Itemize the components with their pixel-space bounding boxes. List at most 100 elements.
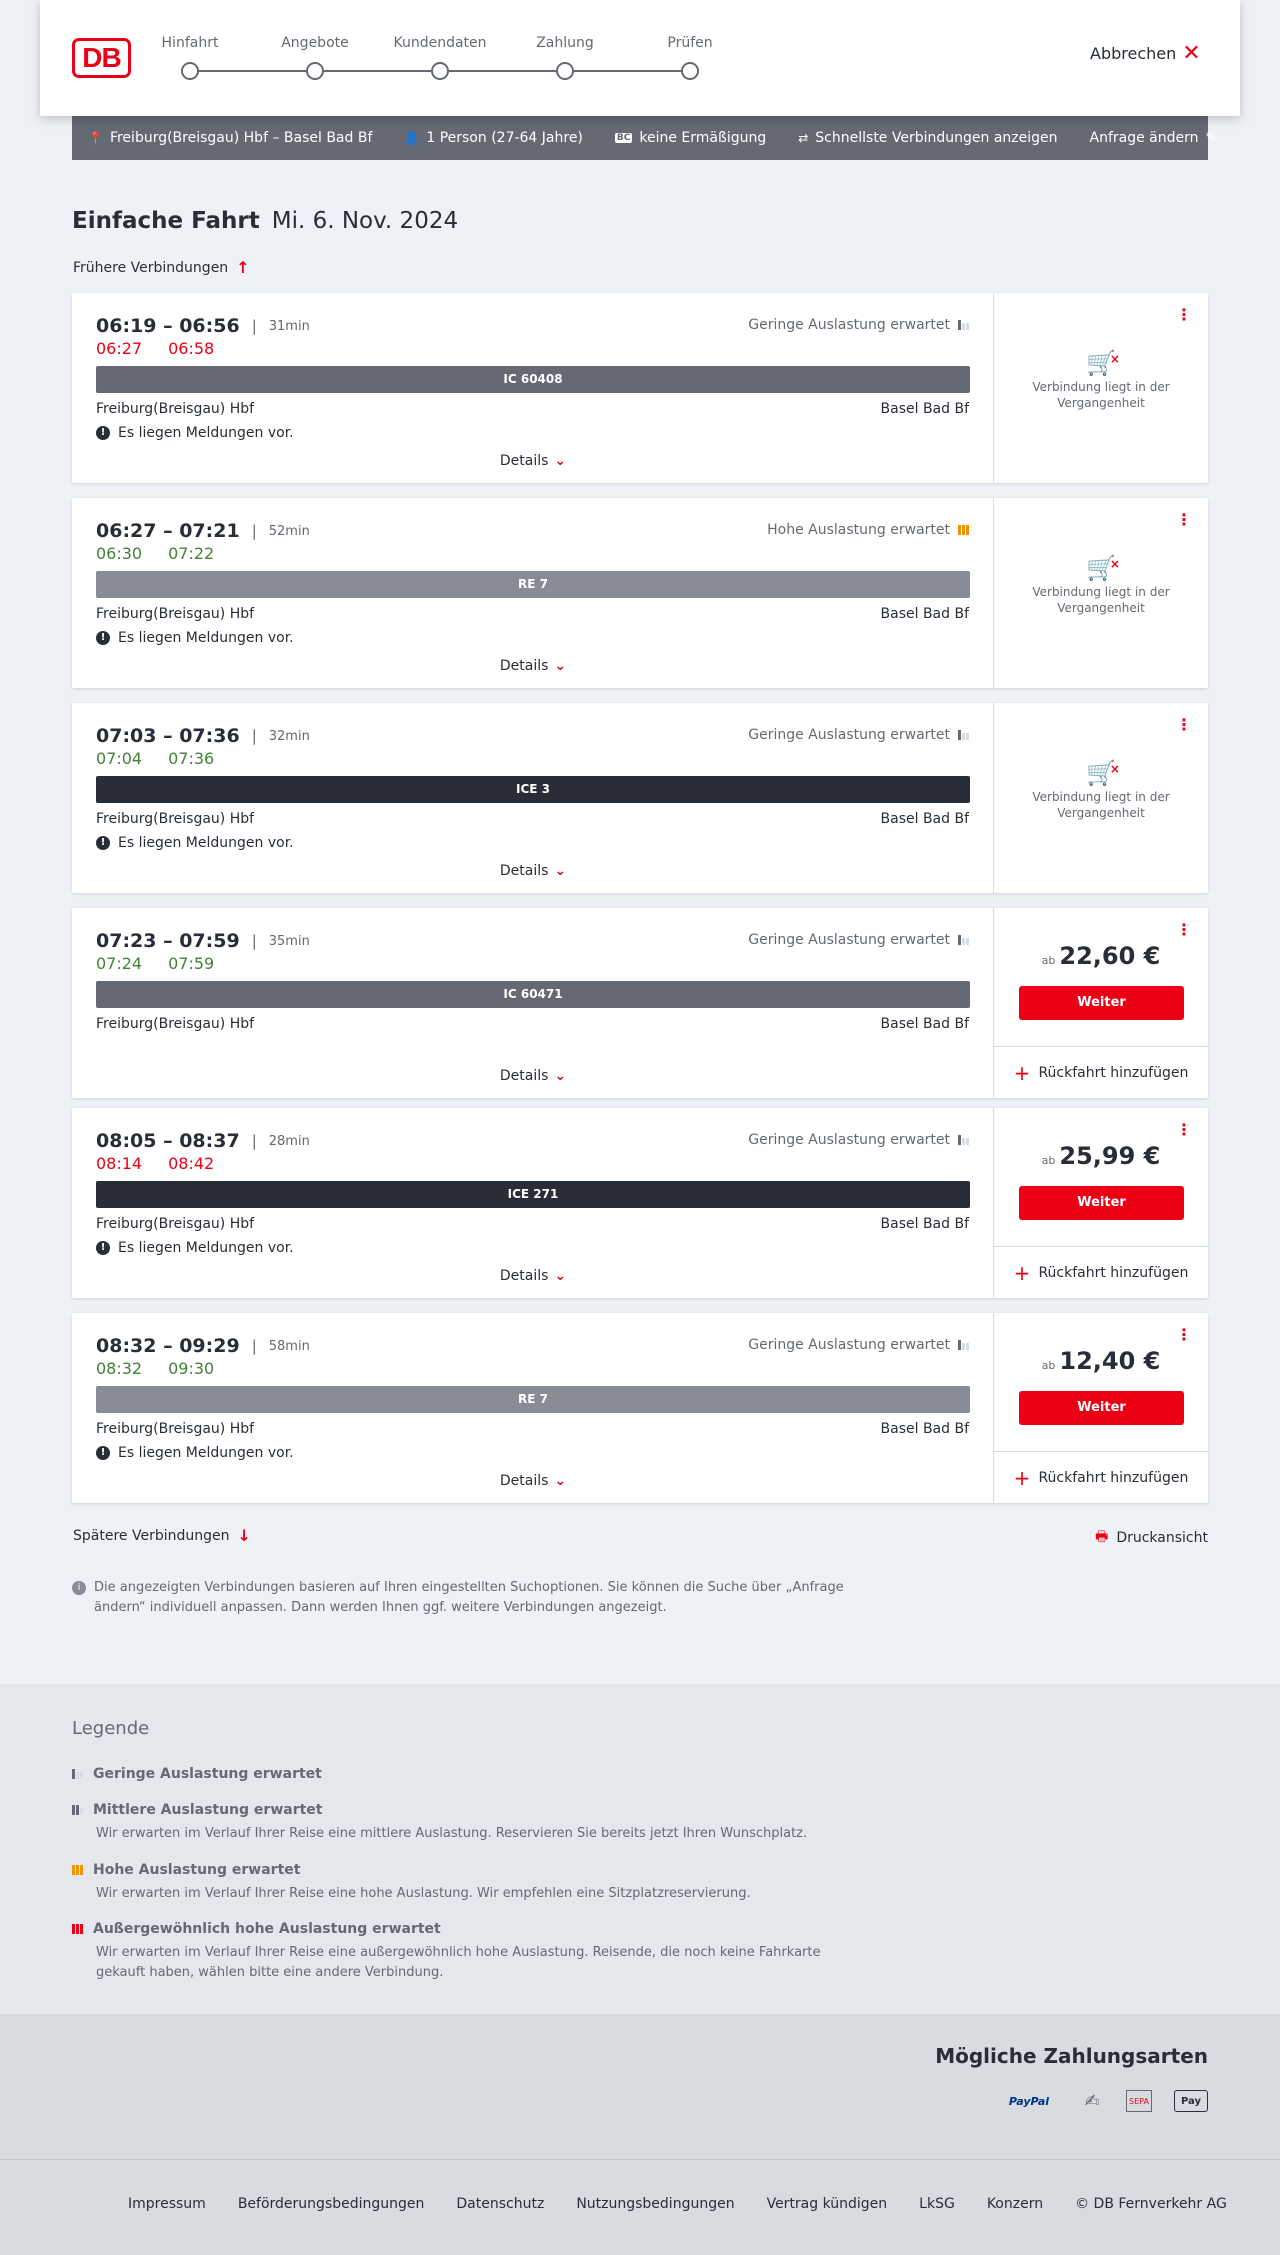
- person-icon: 👤: [404, 130, 420, 145]
- price-value: 22,60 €: [1059, 942, 1161, 970]
- footer-link[interactable]: Beförderungsbedingungen: [238, 2196, 425, 2212]
- footer-link[interactable]: Impressum: [128, 2196, 206, 2212]
- legend-item-extreme: Außergewöhnlich hohe Auslastung erwartet…: [72, 1921, 872, 1983]
- schedule-times: 07:23 – 07:59: [96, 930, 240, 952]
- train-bar[interactable]: IC 60408: [96, 366, 970, 393]
- more-options-icon[interactable]: ⋮: [1176, 922, 1192, 938]
- details-toggle[interactable]: Details ⌄: [72, 453, 994, 469]
- step-hinfahrt[interactable]: Hinfahrt: [140, 34, 240, 80]
- occupancy-info: Geringe Auslastung erwartet: [748, 1132, 969, 1148]
- route-summary: 📍 Freiburg(Breisgau) Hbf – Basel Bad Bf: [88, 130, 372, 146]
- change-request-button[interactable]: Anfrage ändern ✎: [1090, 130, 1218, 146]
- details-toggle[interactable]: Details ⌄: [72, 1268, 994, 1284]
- details-toggle[interactable]: Details ⌄: [72, 1473, 994, 1489]
- realtime-departure: 08:14: [96, 1154, 143, 1173]
- price-prefix: ab: [1041, 954, 1056, 967]
- legend-item-title: Hohe Auslastung erwartet: [93, 1862, 301, 1878]
- details-toggle[interactable]: Details ⌄: [72, 658, 994, 674]
- more-options-icon[interactable]: ⋮: [1176, 717, 1192, 733]
- fastest-connections-toggle[interactable]: ⇄ Schnellste Verbindungen anzeigen: [798, 130, 1057, 146]
- plus-icon: +: [1013, 1465, 1031, 1490]
- continue-button[interactable]: Weiter: [1019, 1186, 1184, 1220]
- pencil-icon: ✎: [1205, 129, 1218, 146]
- footer: Impressum Beförderungsbedingungen Datensch…: [0, 2159, 1280, 2255]
- occupancy-high-icon: [958, 525, 969, 535]
- footer-link[interactable]: Nutzungsbedingungen: [576, 2196, 734, 2212]
- details-label: Details: [499, 1473, 549, 1489]
- occupancy-info: Geringe Auslastung erwartet: [748, 317, 969, 333]
- paypal-icon: PayPal: [1008, 2094, 1050, 2108]
- disruption-message[interactable]: ! Es liegen Meldungen vor.: [96, 425, 294, 441]
- origin-station: Freiburg(Breisgau) Hbf: [96, 401, 255, 417]
- print-view-link[interactable]: 🖶 Druckansicht: [1095, 1526, 1208, 1550]
- chevron-down-icon: ⌄: [554, 1068, 567, 1084]
- train-bar[interactable]: ICE 3: [96, 776, 970, 803]
- cart-unavailable-icon: 🛒: [1086, 351, 1120, 375]
- legend-section: Legende Geringe Auslastung erwartet Mitt…: [0, 1684, 1280, 2014]
- occupancy-high-icon: [72, 1865, 83, 1875]
- continue-button[interactable]: Weiter: [1019, 1391, 1184, 1425]
- occupancy-text: Geringe Auslastung erwartet: [748, 317, 950, 333]
- connection-times: 06:27 – 07:21 | 52min: [96, 520, 310, 542]
- close-icon: ✕: [1182, 40, 1201, 66]
- train-bar[interactable]: IC 60471: [96, 981, 970, 1008]
- details-label: Details: [499, 863, 549, 879]
- plus-icon: +: [1013, 1260, 1031, 1285]
- disruption-message[interactable]: ! Es liegen Meldungen vor.: [96, 630, 294, 646]
- info-text: Die angezeigten Verbindungen basieren au…: [94, 1580, 844, 1615]
- more-options-icon[interactable]: ⋮: [1176, 512, 1192, 528]
- separator: |: [251, 317, 257, 335]
- train-bar[interactable]: ICE 271: [96, 1181, 970, 1208]
- connection-times: 07:23 – 07:59 | 35min: [96, 930, 310, 952]
- details-toggle[interactable]: Details ⌄: [72, 863, 994, 879]
- step-dot: [556, 62, 574, 80]
- schedule-times: 06:19 – 06:56: [96, 315, 240, 337]
- disruption-message[interactable]: ! Es liegen Meldungen vor.: [96, 1445, 294, 1461]
- footer-link[interactable]: LkSG: [919, 2196, 955, 2212]
- realtime-arrival: 07:22: [168, 544, 215, 563]
- train-bar[interactable]: RE 7: [96, 1386, 970, 1413]
- train-bar[interactable]: RE 7: [96, 571, 970, 598]
- alert-icon: !: [96, 1241, 110, 1255]
- details-toggle[interactable]: Details ⌄: [72, 1068, 994, 1084]
- later-connections-link[interactable]: Spätere Verbindungen ↓: [73, 1526, 251, 1545]
- occupancy-info: Geringe Auslastung erwartet: [748, 727, 969, 743]
- add-return-button[interactable]: + Rückfahrt hinzufügen: [994, 1246, 1208, 1298]
- footer-link[interactable]: Vertrag kündigen: [767, 2196, 888, 2212]
- continue-button[interactable]: Weiter: [1019, 986, 1184, 1020]
- footer-link[interactable]: Konzern: [987, 2196, 1043, 2212]
- chevron-down-icon: ⌄: [554, 658, 567, 674]
- price-prefix: ab: [1041, 1154, 1056, 1167]
- duration: 52min: [268, 523, 310, 539]
- details-label: Details: [499, 658, 549, 674]
- occupancy-low-icon: [72, 1769, 83, 1779]
- plus-icon: +: [1013, 1060, 1031, 1085]
- connection-main: 07:23 – 07:59 | 35min 07:24 07:59 Geringe A…: [72, 908, 994, 1098]
- search-info-note: i Die angezeigten Verbindungen basieren …: [72, 1578, 852, 1618]
- separator: |: [251, 1337, 257, 1355]
- more-options-icon[interactable]: ⋮: [1176, 307, 1192, 323]
- disruption-message[interactable]: ! Es liegen Meldungen vor.: [96, 835, 294, 851]
- earlier-connections-link[interactable]: Frühere Verbindungen ↑: [73, 258, 250, 277]
- db-logo[interactable]: DB: [72, 38, 131, 78]
- realtime-times: 07:24 07:59: [96, 954, 214, 973]
- chevron-down-icon: ⌄: [554, 1268, 567, 1284]
- occupancy-info: Geringe Auslastung erwartet: [748, 1337, 969, 1353]
- alert-icon: !: [96, 426, 110, 440]
- price: ab 12,40 €: [994, 1347, 1208, 1375]
- more-options-icon[interactable]: ⋮: [1176, 1327, 1192, 1343]
- disruption-message[interactable]: ! Es liegen Meldungen vor.: [96, 1240, 294, 1256]
- cancel-button[interactable]: Abbrechen ✕: [1090, 40, 1240, 66]
- travellers-summary: 👤 1 Person (27-64 Jahre): [404, 130, 583, 146]
- add-return-button[interactable]: + Rückfahrt hinzufügen: [994, 1451, 1208, 1503]
- details-label: Details: [499, 453, 549, 469]
- change-request-label: Anfrage ändern: [1089, 129, 1199, 146]
- add-return-button[interactable]: + Rückfahrt hinzufügen: [994, 1046, 1208, 1098]
- occupancy-text: Hohe Auslastung erwartet: [767, 522, 950, 538]
- connection-card: 08:32 – 09:29 | 58min 08:32 09:30 Geringe A…: [72, 1313, 1208, 1503]
- schedule-times: 06:27 – 07:21: [96, 520, 240, 542]
- footer-link[interactable]: Datenschutz: [456, 2196, 544, 2212]
- arrow-down-icon: ↓: [237, 1526, 251, 1545]
- origin-station: Freiburg(Breisgau) Hbf: [96, 1216, 255, 1232]
- more-options-icon[interactable]: ⋮: [1176, 1122, 1192, 1138]
